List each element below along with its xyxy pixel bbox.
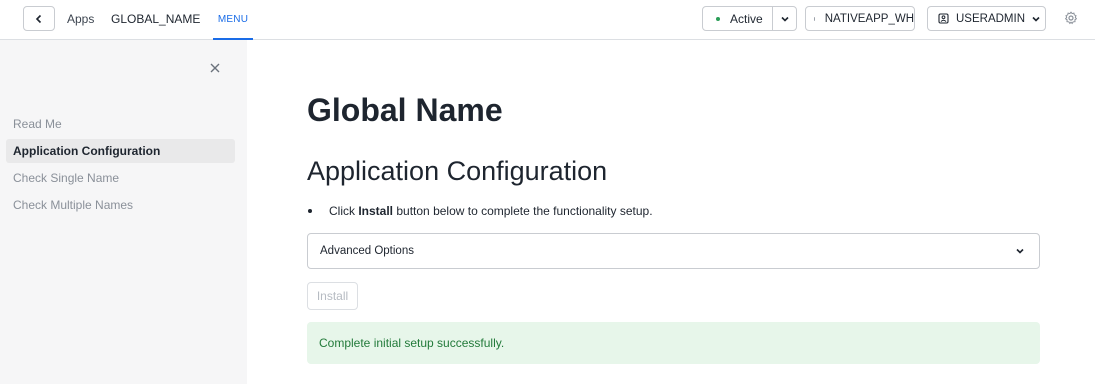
sidebar-item-application-configuration[interactable]: Application Configuration xyxy=(6,139,235,163)
page-title: Global Name xyxy=(307,92,503,128)
status-button[interactable]: Active xyxy=(703,7,772,30)
chevron-down-icon xyxy=(1032,16,1040,22)
chevron-left-icon xyxy=(35,14,42,23)
gear-icon[interactable] xyxy=(1064,11,1078,25)
close-icon[interactable] xyxy=(208,61,222,75)
advanced-options-label: Advanced Options xyxy=(320,245,414,257)
breadcrumb-apps-link[interactable]: Apps xyxy=(67,12,94,26)
section-title: Application Configuration xyxy=(307,156,608,186)
sidebar: Read Me Application Configuration Check … xyxy=(0,40,247,384)
chevron-down-icon xyxy=(1016,248,1024,254)
breadcrumb-app-name[interactable]: GLOBAL_NAME xyxy=(111,12,200,26)
role-label: USERADMIN xyxy=(956,12,1026,25)
warehouse-dot-icon xyxy=(814,16,815,21)
sidebar-nav: Read Me Application Configuration Check … xyxy=(6,112,235,220)
advanced-options-expander[interactable]: Advanced Options xyxy=(307,233,1040,269)
success-alert: Complete initial setup successfully. xyxy=(307,322,1040,364)
success-message: Complete initial setup successfully. xyxy=(319,336,505,350)
warehouse-label: NATIVEAPP_WH xyxy=(824,12,914,25)
instruction-prefix: Click xyxy=(329,204,359,218)
status-dropdown-button[interactable] xyxy=(772,7,796,30)
top-bar: Apps GLOBAL_NAME MENU Active NATIVEAPP_W… xyxy=(0,0,1095,40)
warehouse-selector[interactable]: NATIVEAPP_WH xyxy=(805,6,915,31)
sidebar-item-check-single-name[interactable]: Check Single Name xyxy=(6,166,235,190)
chevron-down-icon xyxy=(780,16,789,22)
back-button[interactable] xyxy=(23,6,55,31)
tab-menu[interactable]: MENU xyxy=(213,0,253,40)
role-selector[interactable]: USERADMIN xyxy=(927,6,1046,31)
sidebar-item-read-me[interactable]: Read Me xyxy=(6,112,235,136)
status-dot-icon xyxy=(716,16,720,21)
user-badge-icon xyxy=(938,13,949,24)
install-button[interactable]: Install xyxy=(307,282,358,310)
app-status-control: Active xyxy=(702,6,797,31)
instruction-suffix: button below to complete the functionali… xyxy=(393,204,653,218)
bullet-icon xyxy=(308,209,312,213)
status-label: Active xyxy=(730,11,763,26)
sidebar-item-check-multiple-names[interactable]: Check Multiple Names xyxy=(6,193,235,217)
instruction-bold: Install xyxy=(358,204,394,218)
instruction-list-item: Click Install button below to complete t… xyxy=(307,204,653,218)
